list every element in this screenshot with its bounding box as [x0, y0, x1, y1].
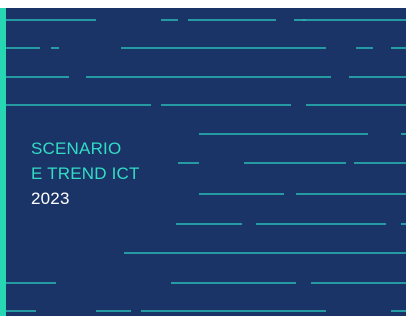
cover-title-block: SCENARIO E TREND ICT 2023 [31, 136, 140, 211]
title-line-scenario: SCENARIO [31, 139, 122, 158]
cover-panel: SCENARIO E TREND ICT 2023 [6, 8, 406, 316]
title-line-trend-ict: E TREND ICT [31, 164, 140, 183]
year-label: 2023 [31, 189, 70, 208]
